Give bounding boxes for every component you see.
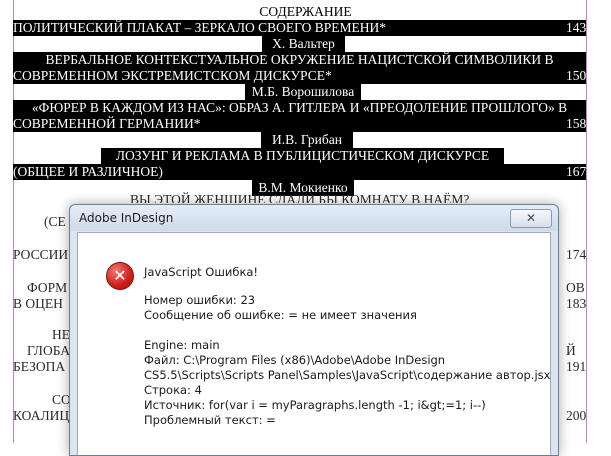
error-file-line2: CS5.5\Scripts\Scripts Panel\Samples\Java…: [144, 368, 551, 382]
error-dialog: Adobe InDesign ✕ ✕ JavaScript Ошибка! Но…: [69, 204, 559, 456]
toc-fragment-left: В ОЦЕН: [13, 296, 63, 311]
error-engine: Engine: main: [144, 338, 220, 352]
toc-fragment-left: (СЕ: [44, 214, 66, 229]
dialog-content: ✕ JavaScript Ошибка! Номер ошибки: 23 Со…: [77, 232, 551, 455]
toc-entry-title[interactable]: ПОЛИТИЧЕСКИЙ ПЛАКАТ – ЗЕРКАЛО СВОЕГО ВРЕ…: [13, 20, 586, 36]
toc-fragment-page: 174: [566, 247, 587, 262]
toc-author: М.Б. Ворошилова: [245, 84, 361, 100]
toc-heading: СОДЕРЖАНИЕ: [259, 4, 352, 19]
error-icon: ✕: [106, 262, 134, 290]
toc-entry-title-text: ПОЛИТИЧЕСКИЙ ПЛАКАТ – ЗЕРКАЛО СВОЕГО ВРЕ…: [13, 20, 387, 35]
toc-entry-page: 167: [566, 164, 587, 180]
toc-entry-title-line2[interactable]: СОВРЕМЕННОЙ ГЕРМАНИИ*: [13, 116, 586, 132]
error-line-number: Строка: 4: [144, 383, 202, 397]
error-source: Источник: for(var i = myParagraphs.lengt…: [144, 398, 486, 412]
toc-fragment-left: РОССИИ: [13, 247, 69, 262]
toc-entry-title-line1: ЛОЗУНГ И РЕКЛАМА В ПУБЛИЦИСТИЧЕСКОМ ДИСК…: [101, 148, 504, 164]
toc-entry-page: 158: [566, 116, 587, 132]
toc-entry-title-line2-text: (ОБЩЕЕ И РАЗЛИЧНОЕ): [13, 164, 163, 179]
margin-guide-right: [586, 0, 587, 443]
toc-fragment-left: ГЛОБА: [27, 343, 71, 358]
error-message: Сообщение об ошибке: = не имеет значения: [144, 308, 417, 322]
error-number: Номер ошибки: 23: [144, 293, 256, 307]
toc-fragment-left: БЕЗОПА: [13, 359, 66, 374]
close-icon: ✕: [525, 211, 537, 225]
error-problem-text: Проблемный текст: =: [144, 413, 276, 427]
error-file-line1: Файл: C:\Program Files (x86)\Adobe\Adobe…: [144, 353, 446, 367]
toc-entry-title-line2[interactable]: (ОБЩЕЕ И РАЗЛИЧНОЕ): [13, 164, 586, 180]
dialog-titlebar[interactable]: Adobe InDesign ✕: [70, 205, 558, 231]
toc-entry-title-line2[interactable]: СОВРЕМЕННОМ ЭКСТРЕМИСТСКОМ ДИСКУРСЕ*: [13, 68, 586, 84]
toc-entry-title-line2-text: СОВРЕМЕННОЙ ГЕРМАНИИ*: [13, 116, 201, 131]
toc-entry-title-line1: «ФЮРЕР В КАЖДОМ ИЗ НАС»: ОБРАЗ А. ГИТЛЕР…: [13, 100, 586, 116]
toc-author: Х. Вальтер: [262, 36, 345, 52]
toc-author: И.В. Грибан: [261, 132, 353, 148]
error-heading: JavaScript Ошибка!: [144, 265, 259, 279]
toc-entry-page: 143: [566, 20, 587, 36]
toc-fragment-left: СО: [52, 392, 71, 407]
toc-entry-title-line1: ВЫ ЭТОЙ ЖЕНЩИНЕ СДАЛИ БЫ КОМНАТУ В НАЁМ?: [130, 192, 470, 203]
toc-fragment-left: КОАЛИЦ: [13, 408, 70, 423]
toc-fragment-left: НЕ: [52, 327, 70, 342]
toc-entry-page: 150: [566, 68, 587, 84]
toc-fragment-page: 183: [566, 296, 587, 311]
close-button[interactable]: ✕: [510, 209, 552, 228]
toc-entry-title-line2-text: СОВРЕМЕННОМ ЭКСТРЕМИСТСКОМ ДИСКУРСЕ*: [13, 68, 332, 83]
toc-fragment-right: Й: [566, 343, 576, 358]
toc-fragment-page: 200: [566, 408, 587, 423]
dialog-title: Adobe InDesign: [79, 211, 174, 225]
toc-fragment-right: ОВ: [566, 280, 585, 295]
toc-fragment-page: 191: [566, 359, 587, 374]
error-glyph: ✕: [113, 266, 127, 285]
toc-entry-title-line1: ВЕРБАЛЬНОЕ КОНТЕКСТУАЛЬНОЕ ОКРУЖЕНИЕ НАЦ…: [13, 52, 586, 68]
toc-fragment-left: ФОРМ: [27, 280, 68, 295]
